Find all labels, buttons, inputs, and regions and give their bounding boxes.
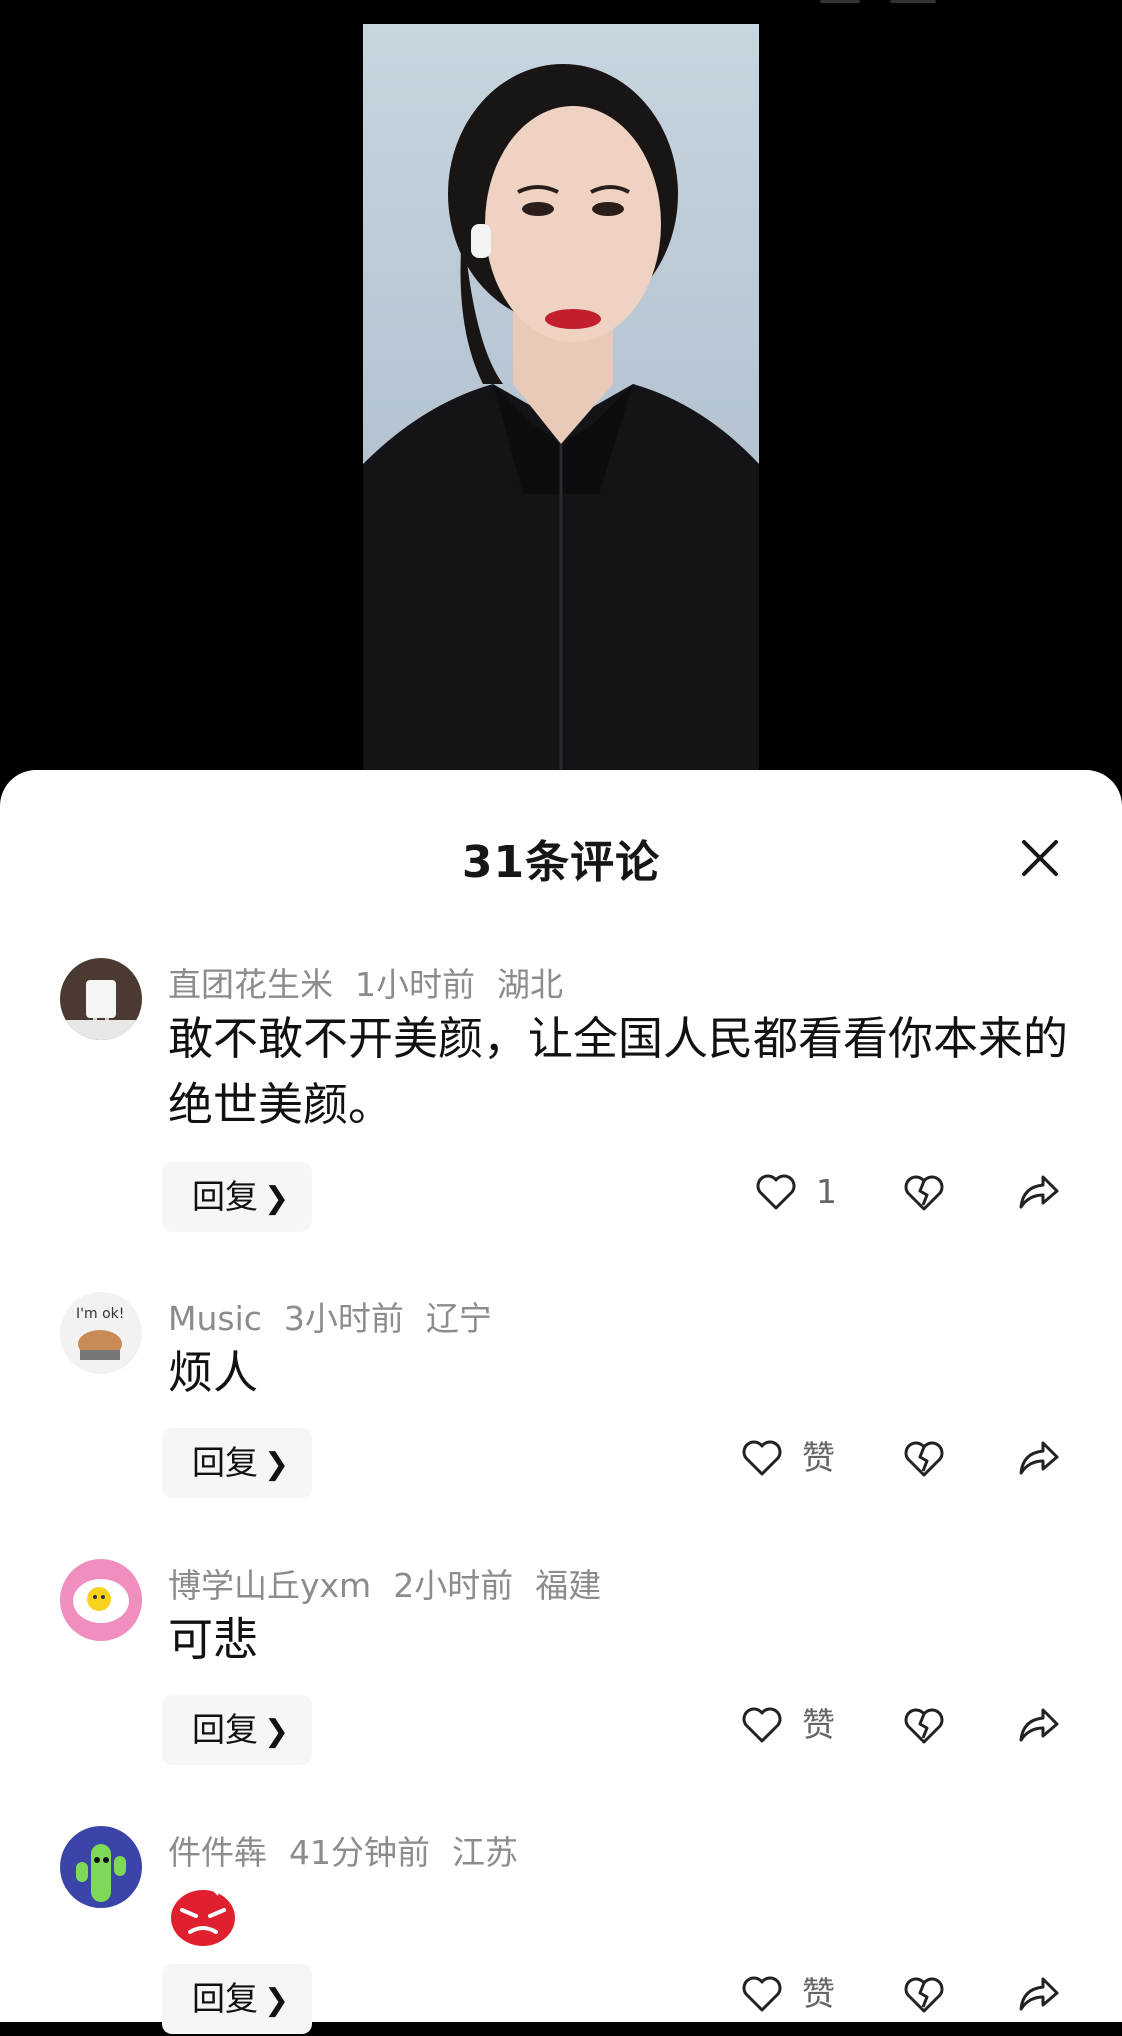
egg-avatar-image bbox=[60, 1559, 142, 1641]
share-button[interactable] bbox=[1013, 1969, 1063, 2019]
dislike-button[interactable] bbox=[899, 1969, 949, 2019]
heart-icon bbox=[742, 1976, 782, 2012]
username[interactable]: Music bbox=[168, 1299, 262, 1338]
heart-icon bbox=[742, 1707, 782, 1743]
timestamp: 2小时前 bbox=[393, 1566, 514, 1605]
like-button[interactable]: 赞 bbox=[738, 1695, 868, 1755]
comment-text: 敢不敢不开美颜，让全国人民都看看你本来的绝世美颜。 bbox=[168, 1012, 1069, 1131]
like-count: 赞 bbox=[802, 1438, 835, 1477]
comment-sheet: 31条评论 直团花生米 1小时前 湖北 敢不敢不开美颜，让全国人民都看看你本来的绝世… bbox=[0, 770, 1122, 2034]
like-button[interactable]: 1 bbox=[752, 1162, 862, 1222]
reply-button[interactable]: 回复 ❯ bbox=[162, 1428, 312, 1498]
username[interactable]: 博学山丘yxm bbox=[168, 1566, 371, 1605]
timestamp: 1小时前 bbox=[355, 965, 475, 1004]
close-icon bbox=[1022, 840, 1058, 876]
dislike-button[interactable] bbox=[899, 1167, 949, 1217]
share-button[interactable] bbox=[1013, 1700, 1063, 1750]
reply-label: 回复 bbox=[192, 1710, 258, 1749]
chevron-right-icon: ❯ bbox=[264, 1447, 290, 1482]
like-button[interactable]: 赞 bbox=[738, 1428, 868, 1488]
heart-icon bbox=[756, 1174, 796, 1210]
svg-text:I'm ok!: I'm ok! bbox=[76, 1306, 124, 1322]
reply-button[interactable]: 回复 ❯ bbox=[162, 1162, 312, 1232]
reply-label: 回复 bbox=[192, 1979, 258, 2018]
comment-text: 可悲 bbox=[168, 1613, 259, 1666]
location: 江苏 bbox=[452, 1833, 518, 1872]
close-button[interactable] bbox=[1012, 830, 1068, 886]
reply-button[interactable]: 回复 ❯ bbox=[162, 1695, 312, 1765]
like-count: 赞 bbox=[802, 1974, 835, 2013]
angry-face-emoji-icon bbox=[171, 1886, 235, 1946]
username[interactable]: 件件犇 bbox=[168, 1833, 267, 1872]
avatar[interactable] bbox=[60, 1826, 142, 1908]
reply-label: 回复 bbox=[192, 1177, 258, 1216]
comment-count-title: 31条评论 bbox=[461, 837, 661, 888]
location: 湖北 bbox=[497, 965, 563, 1004]
comment-meta: 件件犇 41分钟前 江苏 bbox=[168, 1826, 540, 1874]
im-ok-avatar-image: I'm ok! bbox=[60, 1292, 142, 1374]
comment-meta: Music 3小时前 辽宁 bbox=[168, 1292, 514, 1340]
like-count: 赞 bbox=[802, 1705, 835, 1744]
broken-heart-icon bbox=[904, 1708, 944, 1744]
avatar[interactable]: I'm ok! bbox=[60, 1292, 142, 1374]
comment-meta: 博学山丘yxm 2小时前 福建 bbox=[168, 1559, 623, 1607]
avatar[interactable] bbox=[60, 958, 142, 1040]
username[interactable]: 直团花生米 bbox=[168, 965, 333, 1004]
broken-heart-icon bbox=[904, 1441, 944, 1477]
heart-icon bbox=[742, 1440, 782, 1476]
chevron-right-icon: ❯ bbox=[264, 1714, 290, 1749]
like-button[interactable]: 赞 bbox=[738, 1964, 868, 2024]
video-frame bbox=[363, 24, 759, 800]
share-button[interactable] bbox=[1013, 1167, 1063, 1217]
share-arrow-icon bbox=[1019, 1708, 1059, 1742]
timestamp: 41分钟前 bbox=[289, 1833, 430, 1872]
location: 福建 bbox=[535, 1566, 602, 1605]
broken-heart-icon bbox=[904, 1175, 944, 1211]
location: 辽宁 bbox=[425, 1299, 492, 1338]
reply-button[interactable]: 回复 ❯ bbox=[162, 1964, 312, 2034]
status-bar bbox=[820, 0, 950, 6]
cactus-avatar-image bbox=[60, 1826, 142, 1908]
share-arrow-icon bbox=[1019, 1977, 1059, 2011]
comment-meta: 直团花生米 1小时前 湖北 bbox=[168, 958, 585, 1006]
timestamp: 3小时前 bbox=[283, 1299, 404, 1338]
chevron-right-icon: ❯ bbox=[264, 1181, 290, 1216]
share-button[interactable] bbox=[1013, 1433, 1063, 1483]
share-arrow-icon bbox=[1019, 1441, 1059, 1475]
share-arrow-icon bbox=[1019, 1175, 1059, 1209]
video-player[interactable] bbox=[0, 0, 1122, 800]
charger-avatar-image bbox=[60, 958, 142, 1040]
reply-label: 回复 bbox=[192, 1443, 258, 1482]
person-portrait-image bbox=[363, 64, 759, 800]
avatar[interactable] bbox=[60, 1559, 142, 1641]
chevron-right-icon: ❯ bbox=[264, 1983, 290, 2018]
dislike-button[interactable] bbox=[899, 1433, 949, 1483]
broken-heart-icon bbox=[904, 1977, 944, 2013]
dislike-button[interactable] bbox=[899, 1700, 949, 1750]
like-count: 1 bbox=[816, 1172, 837, 1211]
comment-text: 烦人 bbox=[168, 1346, 259, 1399]
